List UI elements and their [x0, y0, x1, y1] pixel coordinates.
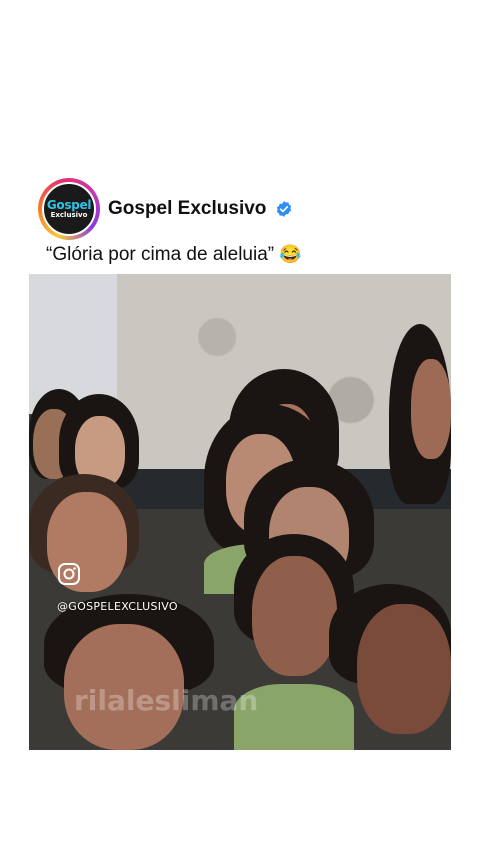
crowd-person — [329, 584, 451, 750]
avatar[interactable]: Gospel Exclusivo — [38, 178, 100, 240]
overlay-handle: @GOSPELEXCLUSIVO — [57, 600, 178, 613]
crowd-person — [44, 594, 214, 750]
avatar-logo-line2: Exclusivo — [50, 210, 88, 219]
video-overlay: @GOSPELEXCLUSIVO — [57, 562, 178, 613]
laughing-emoji: 😂 — [279, 244, 302, 264]
instagram-icon — [58, 563, 80, 585]
person-face — [357, 604, 451, 734]
crowd-person — [389, 324, 451, 544]
post-caption: “Glória por cima de aleluia” 😂 — [46, 244, 302, 266]
person-face — [411, 359, 451, 459]
post-header: Gospel Exclusivo Gospel Exclusivo — [38, 178, 293, 240]
video-player[interactable]: rilalesliman @GOSPELEXCLUSIVO — [29, 274, 451, 750]
post-card: Gospel Exclusivo Gospel Exclusivo “Glóri… — [0, 0, 480, 854]
verified-badge-icon — [277, 201, 292, 217]
avatar-logo-line1: Gospel — [46, 197, 92, 212]
person-face — [252, 556, 337, 676]
account-name[interactable]: Gospel Exclusivo — [108, 198, 266, 220]
caption-text: “Glória por cima de aleluia” — [46, 244, 275, 265]
avatar-logo: Gospel Exclusivo — [42, 182, 96, 236]
faded-watermark: rilalesliman — [74, 684, 259, 717]
